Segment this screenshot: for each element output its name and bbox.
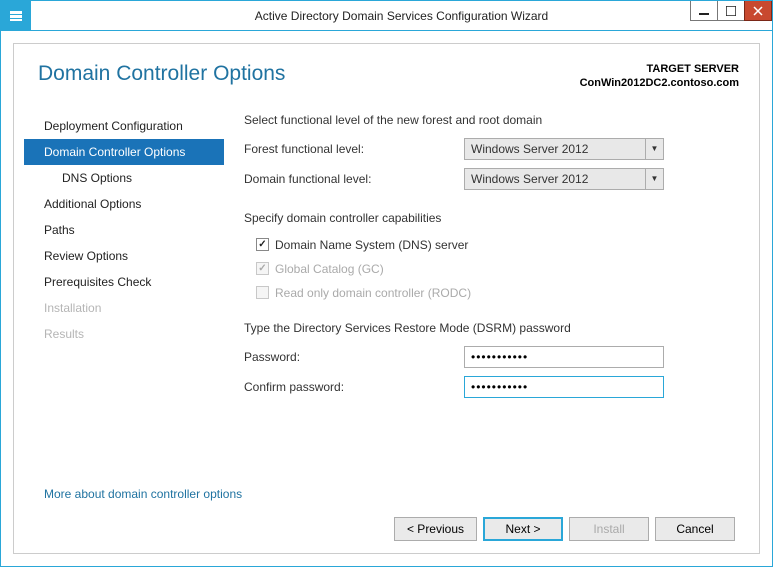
- target-server-block: TARGET SERVER ConWin2012DC2.contoso.com: [580, 62, 739, 91]
- dsrm-heading: Type the Directory Services Restore Mode…: [244, 321, 739, 335]
- gc-checkbox-label: Global Catalog (GC): [275, 262, 384, 276]
- domain-row: Domain functional level: Windows Server …: [244, 167, 739, 191]
- wizard-panel: Domain Controller Options TARGET SERVER …: [13, 43, 760, 554]
- domain-level-select[interactable]: Windows Server 2012 ▼: [464, 168, 664, 190]
- page-title: Domain Controller Options: [38, 62, 285, 86]
- titlebar: Active Directory Domain Services Configu…: [1, 1, 772, 31]
- previous-button[interactable]: < Previous: [394, 517, 477, 541]
- header: Domain Controller Options TARGET SERVER …: [24, 62, 739, 91]
- minimize-button[interactable]: [690, 1, 718, 21]
- target-label: TARGET SERVER: [580, 62, 739, 76]
- main-panel: Select functional level of the new fores…: [224, 111, 739, 459]
- next-button[interactable]: Next >: [483, 517, 563, 541]
- forest-level-value: Windows Server 2012: [465, 142, 645, 156]
- install-button: Install: [569, 517, 649, 541]
- dns-checkbox-label: Domain Name System (DNS) server: [275, 238, 468, 252]
- password-input[interactable]: [464, 346, 664, 368]
- dns-checkbox[interactable]: [256, 238, 269, 251]
- capabilities-heading: Specify domain controller capabilities: [244, 211, 739, 225]
- password-row: Password:: [244, 345, 739, 369]
- sidebar-item-dns-options[interactable]: DNS Options: [24, 165, 224, 191]
- server-icon: [8, 8, 24, 24]
- domain-label: Domain functional level:: [244, 172, 464, 186]
- close-icon: [753, 6, 763, 16]
- rodc-checkbox: [256, 286, 269, 299]
- gc-checkbox: [256, 262, 269, 275]
- forest-level-select[interactable]: Windows Server 2012 ▼: [464, 138, 664, 160]
- chevron-down-icon: ▼: [645, 139, 663, 159]
- maximize-icon: [726, 6, 736, 16]
- body: Deployment Configuration Domain Controll…: [24, 111, 739, 459]
- confirm-password-label: Confirm password:: [244, 380, 464, 394]
- app-icon: [1, 1, 31, 31]
- close-button[interactable]: [744, 1, 772, 21]
- domain-level-value: Windows Server 2012: [465, 172, 645, 186]
- rodc-checkbox-label: Read only domain controller (RODC): [275, 286, 471, 300]
- cancel-button[interactable]: Cancel: [655, 517, 735, 541]
- content: Domain Controller Options TARGET SERVER …: [1, 31, 772, 566]
- functional-level-heading: Select functional level of the new fores…: [244, 113, 739, 127]
- target-server: ConWin2012DC2.contoso.com: [580, 76, 739, 90]
- sidebar-item-deployment[interactable]: Deployment Configuration: [24, 113, 224, 139]
- window-controls: [691, 1, 772, 23]
- sidebar-item-paths[interactable]: Paths: [24, 217, 224, 243]
- window-title: Active Directory Domain Services Configu…: [31, 9, 772, 23]
- more-info-link[interactable]: More about domain controller options: [24, 459, 739, 507]
- dns-checkbox-row: Domain Name System (DNS) server: [244, 235, 739, 255]
- confirm-password-input[interactable]: [464, 376, 664, 398]
- sidebar-item-results: Results: [24, 321, 224, 347]
- sidebar: Deployment Configuration Domain Controll…: [24, 111, 224, 459]
- sidebar-item-prereq[interactable]: Prerequisites Check: [24, 269, 224, 295]
- sidebar-item-installation: Installation: [24, 295, 224, 321]
- forest-row: Forest functional level: Windows Server …: [244, 137, 739, 161]
- rodc-checkbox-row: Read only domain controller (RODC): [244, 283, 739, 303]
- footer: < Previous Next > Install Cancel: [24, 507, 739, 541]
- confirm-password-row: Confirm password:: [244, 375, 739, 399]
- forest-label: Forest functional level:: [244, 142, 464, 156]
- password-label: Password:: [244, 350, 464, 364]
- gc-checkbox-row: Global Catalog (GC): [244, 259, 739, 279]
- chevron-down-icon: ▼: [645, 169, 663, 189]
- sidebar-item-review[interactable]: Review Options: [24, 243, 224, 269]
- sidebar-item-additional[interactable]: Additional Options: [24, 191, 224, 217]
- sidebar-item-dc-options[interactable]: Domain Controller Options: [24, 139, 224, 165]
- maximize-button[interactable]: [717, 1, 745, 21]
